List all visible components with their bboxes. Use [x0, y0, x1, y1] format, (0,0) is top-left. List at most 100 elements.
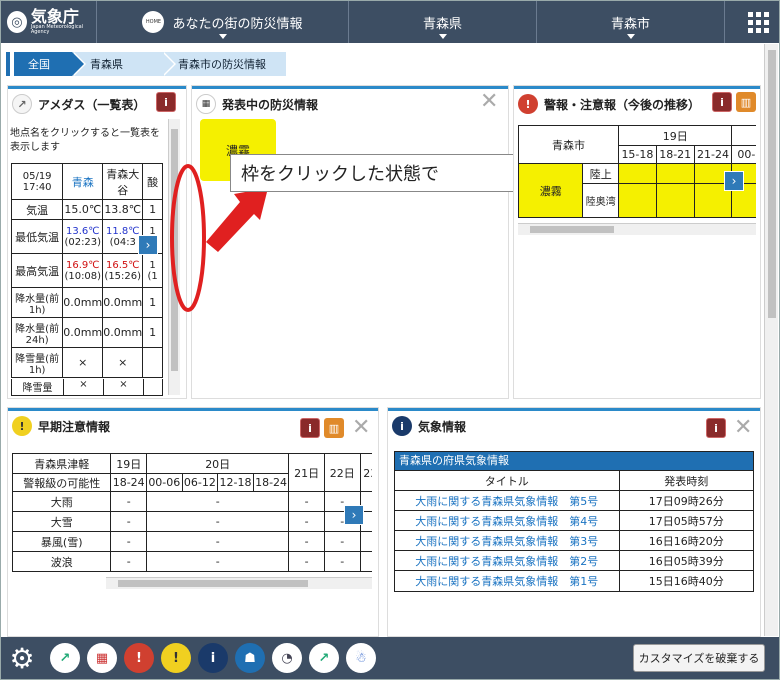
- typhoon-icon[interactable]: ◔: [272, 643, 302, 673]
- info-bulletin-icon[interactable]: i: [198, 643, 228, 673]
- nav-local-info[interactable]: HOME あなたの街の防災情報: [97, 1, 349, 43]
- table-cell: [142, 347, 163, 378]
- close-icon[interactable]: ✕: [480, 91, 498, 113]
- book-icon[interactable]: ▥: [736, 92, 756, 112]
- grid-menu-icon: [747, 11, 769, 33]
- nav-city[interactable]: 青森市: [537, 1, 725, 43]
- table-cell: ×: [102, 347, 144, 378]
- bulletin-link[interactable]: 大雨に関する青森県気象情報 第4号: [395, 510, 620, 531]
- weather-info-table: タイトル 発表時刻 大雨に関する青森県気象情報 第5号 17日09時26分 大雨に…: [395, 470, 753, 591]
- warning-icon: !: [518, 94, 538, 114]
- close-icon[interactable]: ✕: [352, 417, 370, 439]
- breadcrumb: 全国 青森県 青森市の防災情報: [10, 52, 286, 76]
- slot-header: 06-12: [181, 473, 219, 492]
- slot-header: 12-18: [217, 473, 254, 492]
- bulletin-link[interactable]: 大雨に関する青森県気象情報 第3号: [395, 530, 620, 551]
- slot-header: 18-24: [252, 473, 290, 492]
- table-cell: 11.8℃ (04:3: [102, 219, 144, 254]
- station-header[interactable]: 青森: [62, 163, 104, 200]
- warning-tiles-icon: ▦: [196, 94, 216, 114]
- table-cell: -: [145, 511, 290, 532]
- day-header: 20日: [145, 453, 290, 474]
- next-arrow-button[interactable]: ›: [344, 505, 364, 525]
- column-header-time: 発表時刻: [618, 470, 753, 491]
- menu-grid-button[interactable]: [737, 1, 779, 43]
- highlight-ellipse: [170, 164, 206, 312]
- caution-icon[interactable]: !: [161, 643, 191, 673]
- bulletin-link[interactable]: 大雨に関する青森県気象情報 第5号: [395, 490, 620, 511]
- scrollbar-thumb[interactable]: [118, 580, 308, 587]
- weather-info-panel[interactable]: i 気象情報 i ✕ 青森県の府県気象情報 タイトル 発表時刻 大雨に関する青森…: [388, 408, 760, 636]
- info-button[interactable]: i: [300, 418, 320, 438]
- scrollbar-thumb[interactable]: [530, 226, 614, 233]
- chart-icon: ↗: [12, 94, 32, 114]
- early-warning-panel[interactable]: ! 早期注意情報 i ▥ ✕ 青森県津軽 19日 20日 21日 22日 23日…: [8, 408, 378, 636]
- warnings-now-title: 発表中の防災情報: [222, 97, 319, 112]
- row-label: 波浪: [12, 551, 112, 572]
- table-cell: 0.0mm: [102, 317, 144, 348]
- nav-prefecture-label: 青森県: [422, 16, 462, 32]
- next-arrow-button[interactable]: ›: [138, 235, 158, 255]
- gear-icon[interactable]: ⚙: [1, 637, 43, 679]
- caution-icon: !: [12, 416, 32, 436]
- row-label: 気温: [10, 199, 64, 220]
- table-cell: ×: [62, 347, 104, 378]
- table-cell: 13.6℃ (02:23): [62, 219, 104, 254]
- person-board-icon[interactable]: ☗: [235, 643, 265, 673]
- table-cell: 16.5℃ (15:26): [102, 253, 144, 288]
- day-header: 21日: [288, 453, 325, 492]
- warning-tiles-icon[interactable]: ▦: [87, 643, 117, 673]
- warning-trend-table: 青森市 19日 15-18 18-21 21-24 00-03 0 濃霧 陸上: [518, 125, 756, 218]
- discard-customize-button[interactable]: カスタマイズを破棄する: [633, 644, 765, 672]
- info-button[interactable]: i: [712, 92, 732, 112]
- table-cell: -: [110, 491, 147, 512]
- logo-text: 気象庁: [30, 7, 79, 26]
- early-warning-table: 青森県津軽 19日 20日 21日 22日 23日 警報級の可能性 18-24 …: [12, 453, 372, 572]
- area-label: 陸奥湾: [582, 183, 620, 218]
- table-cell: 16.9℃ (10:08): [62, 253, 104, 288]
- station-header[interactable]: 青森大谷: [102, 163, 144, 200]
- amedas-hint: 地点名をクリックすると一覧表を表示します: [10, 128, 160, 153]
- info-bulletin-icon: i: [392, 416, 412, 436]
- nav-prefecture[interactable]: 青森県: [349, 1, 537, 43]
- trend-cell: [655, 163, 695, 184]
- early-warning-title: 早期注意情報: [38, 419, 111, 434]
- rain-chart-icon[interactable]: ↗: [309, 643, 339, 673]
- jma-logo[interactable]: ◎ 気象庁 Japan Meteorological Agency: [1, 1, 97, 43]
- warning-trend-panel[interactable]: ! 警報・注意報（今後の推移） i ▥ 青森市 19日 15-18 18-21 …: [514, 86, 760, 398]
- row-label: 最高気温: [10, 253, 64, 288]
- warning-trend-title: 警報・注意報（今後の推移）: [544, 97, 701, 112]
- bulletin-link[interactable]: 大雨に関する青森県気象情報 第1号: [395, 570, 620, 591]
- nav-city-label: 青森市: [610, 16, 650, 32]
- table-cell: -: [359, 531, 372, 552]
- weather-info-banner: 青森県の府県気象情報: [395, 452, 753, 470]
- day-header: 23日: [359, 453, 372, 492]
- close-icon[interactable]: ✕: [734, 417, 752, 439]
- book-icon[interactable]: ▥: [324, 418, 344, 438]
- trend-cell: [618, 163, 657, 184]
- row-label: 降雪量(前1h): [10, 347, 64, 378]
- warning-trend-scrollbar[interactable]: [518, 223, 756, 235]
- info-button[interactable]: i: [156, 92, 176, 112]
- next-arrow-button[interactable]: ›: [724, 171, 744, 191]
- table-cell: 0.0mm: [62, 287, 104, 318]
- info-button[interactable]: i: [706, 418, 726, 438]
- warning-icon[interactable]: !: [124, 643, 154, 673]
- row-label: 大雨: [12, 491, 112, 512]
- scrollbar-thumb[interactable]: [768, 50, 776, 318]
- table-cell: -: [288, 551, 325, 572]
- table-cell: 13.8℃: [102, 199, 144, 220]
- bulletin-link[interactable]: 大雨に関する青森県気象情報 第2号: [395, 550, 620, 571]
- breadcrumb-current: 青森市の防災情報: [162, 52, 286, 76]
- early-scrollbar[interactable]: [106, 577, 372, 589]
- table-cell: -: [323, 551, 361, 572]
- page-scrollbar[interactable]: [764, 44, 778, 636]
- bulletin-time: 17日05時57分: [618, 510, 753, 531]
- table-cell: 1: [142, 317, 163, 348]
- bulletin-time: 16日16時20分: [618, 530, 753, 551]
- breadcrumb-national[interactable]: 全国: [10, 52, 86, 76]
- row-header: 警報級の可能性: [12, 473, 112, 492]
- snowman-icon[interactable]: ☃: [346, 643, 376, 673]
- table-cell: 15.0℃: [62, 199, 104, 220]
- amedas-chart-icon[interactable]: ↗: [50, 643, 80, 673]
